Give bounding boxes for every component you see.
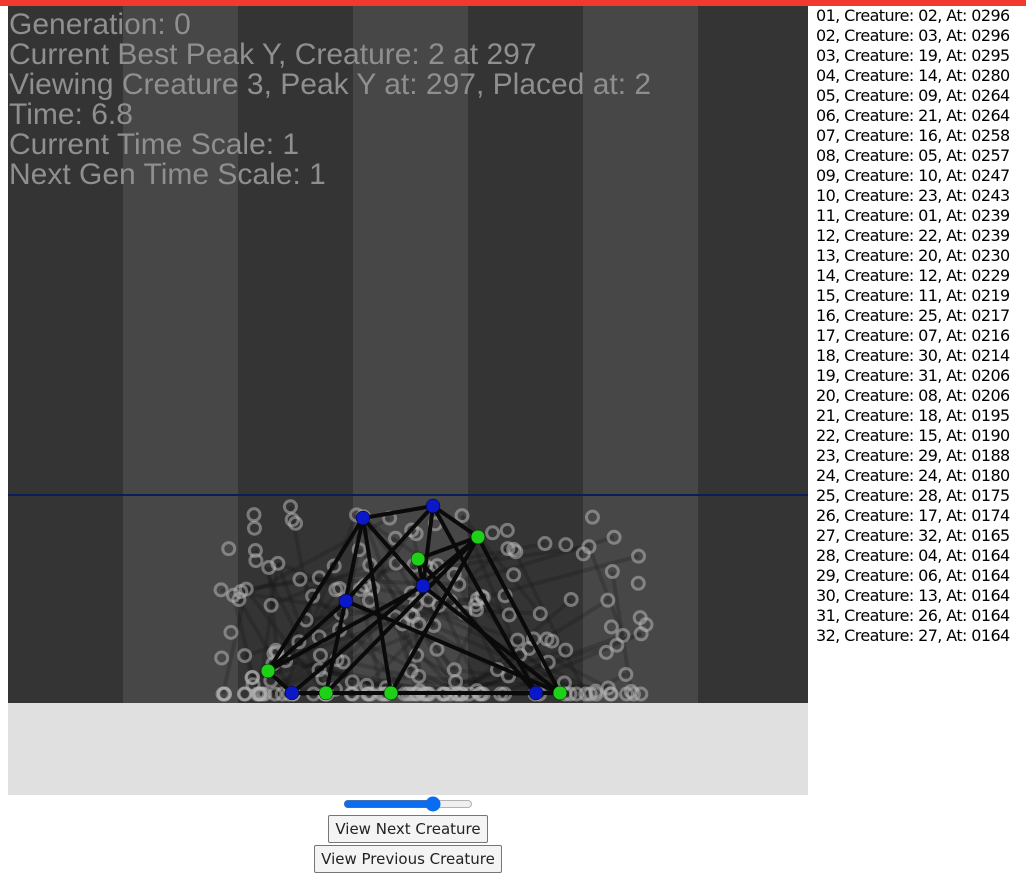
leaderboard-row: 10, Creature: 23, At: 0243 xyxy=(816,186,1010,205)
hud-overlay: Generation: 0 Current Best Peak Y, Creat… xyxy=(9,10,651,190)
creature-node xyxy=(383,685,399,701)
leaderboard-row: 18, Creature: 30, At: 0214 xyxy=(816,346,1010,365)
leaderboard-row: 32, Creature: 27, At: 0164 xyxy=(816,626,1010,645)
leaderboard-row: 17, Creature: 07, At: 0216 xyxy=(816,326,1010,345)
ground xyxy=(8,703,808,795)
leaderboard-row: 28, Creature: 04, At: 0164 xyxy=(816,546,1010,565)
leaderboard-row: 11, Creature: 01, At: 0239 xyxy=(816,206,1010,225)
leaderboard-row: 14, Creature: 12, At: 0229 xyxy=(816,266,1010,285)
leaderboard-row: 13, Creature: 20, At: 0230 xyxy=(816,246,1010,265)
leaderboard-row: 04, Creature: 14, At: 0280 xyxy=(816,66,1010,85)
next-gen-time-scale-text: Next Gen Time Scale: 1 xyxy=(9,158,326,191)
leaderboard-row: 09, Creature: 10, At: 0247 xyxy=(816,166,1010,185)
leaderboard-row: 05, Creature: 09, At: 0264 xyxy=(816,86,1010,105)
creature-node xyxy=(552,685,568,701)
creature-node xyxy=(410,551,426,567)
leaderboard-row: 29, Creature: 06, At: 0164 xyxy=(816,566,1010,585)
best-peak-text: Current Best Peak Y, Creature: 2 at 297 xyxy=(9,38,537,71)
leaderboard-row: 26, Creature: 17, At: 0174 xyxy=(816,506,1010,525)
time-scale-slider[interactable] xyxy=(343,795,473,813)
background-stripe xyxy=(698,6,808,703)
leaderboard-row: 08, Creature: 05, At: 0257 xyxy=(816,146,1010,165)
leaderboard-row: 06, Creature: 21, At: 0264 xyxy=(816,106,1010,125)
creature-node xyxy=(284,685,300,701)
leaderboard-row: 30, Creature: 13, At: 0164 xyxy=(816,586,1010,605)
leaderboard-row: 21, Creature: 18, At: 0195 xyxy=(816,406,1010,425)
creature-node xyxy=(318,685,334,701)
creature-node xyxy=(260,663,276,679)
leaderboard-row: 16, Creature: 25, At: 0217 xyxy=(816,306,1010,325)
view-previous-creature-button[interactable]: View Previous Creature xyxy=(314,845,502,873)
leaderboard-row: 20, Creature: 08, At: 0206 xyxy=(816,386,1010,405)
time-text: Time: 6.8 xyxy=(9,98,133,131)
creature-node xyxy=(338,593,354,609)
creature-node xyxy=(355,510,371,526)
creature-node xyxy=(470,529,486,545)
generation-text: Generation: 0 xyxy=(9,8,191,41)
creature-node xyxy=(425,498,441,514)
leaderboard-list: 01, Creature: 02, At: 0296 02, Creature: … xyxy=(816,6,1026,646)
view-next-creature-button[interactable]: View Next Creature xyxy=(328,815,488,843)
leaderboard-row: 24, Creature: 24, At: 0180 xyxy=(816,466,1010,485)
leaderboard-row: 31, Creature: 26, At: 0164 xyxy=(816,606,1010,625)
leaderboard-row: 25, Creature: 28, At: 0175 xyxy=(816,486,1010,505)
leaderboard-row: 01, Creature: 02, At: 0296 xyxy=(816,6,1010,25)
leaderboard-row: 19, Creature: 31, At: 0206 xyxy=(816,366,1010,385)
viewing-creature-text: Viewing Creature 3, Peak Y at: 297, Plac… xyxy=(9,68,652,101)
leaderboard-row: 03, Creature: 19, At: 0295 xyxy=(816,46,1010,65)
leaderboard-row: 23, Creature: 29, At: 0188 xyxy=(816,446,1010,465)
creature-node xyxy=(415,578,431,594)
leaderboard-row: 27, Creature: 32, At: 0165 xyxy=(816,526,1010,545)
time-scale-text: Current Time Scale: 1 xyxy=(9,128,300,161)
leaderboard-row: 22, Creature: 15, At: 0190 xyxy=(816,426,1010,445)
simulation-canvas[interactable]: Generation: 0 Current Best Peak Y, Creat… xyxy=(8,6,808,795)
leaderboard-row: 02, Creature: 03, At: 0296 xyxy=(816,26,1010,45)
creature-node xyxy=(528,685,544,701)
leaderboard-row: 15, Creature: 11, At: 0219 xyxy=(816,286,1010,305)
leaderboard-row: 07, Creature: 16, At: 0258 xyxy=(816,126,1010,145)
leaderboard-row: 12, Creature: 22, At: 0239 xyxy=(816,226,1010,245)
controls-panel: View Next Creature View Previous Creatur… xyxy=(8,795,808,873)
